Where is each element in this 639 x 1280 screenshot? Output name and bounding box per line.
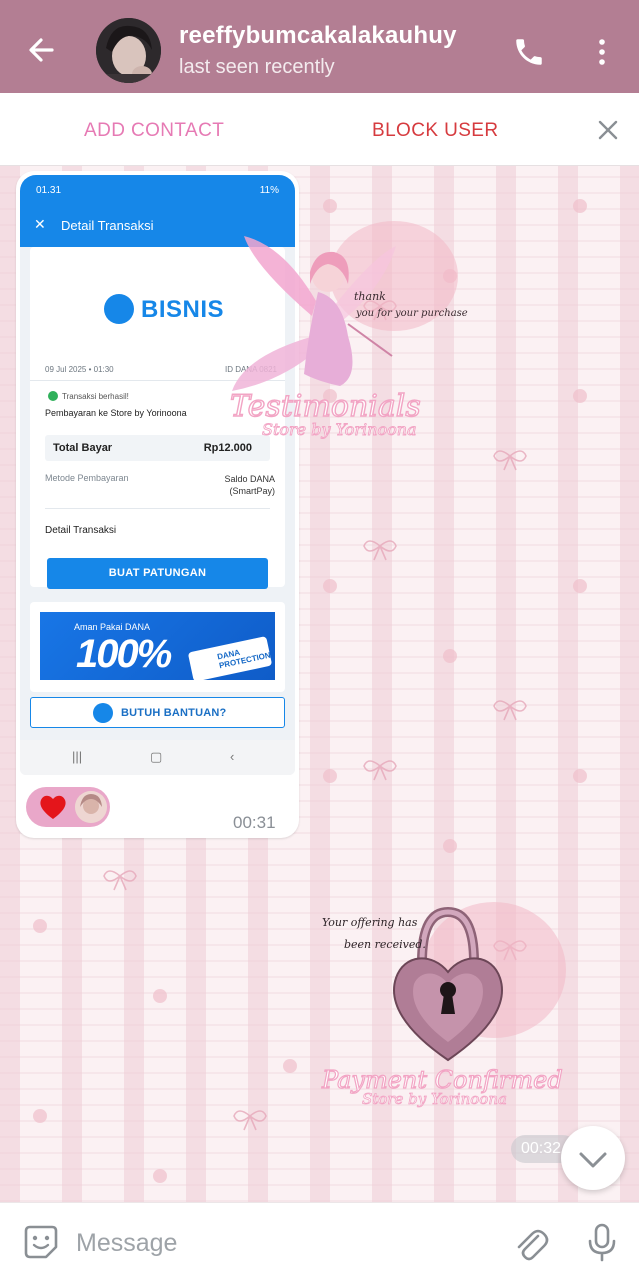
add-contact-button[interactable]: ADD CONTACT	[84, 120, 224, 142]
image-message-time: 00:31	[233, 813, 276, 832]
receipt-divider-2	[45, 508, 270, 509]
heart-reaction-chip[interactable]	[26, 787, 110, 827]
more-vert-icon	[599, 39, 605, 65]
call-button[interactable]	[512, 35, 546, 69]
receipt-top-bar: ✕ Detail Transaksi	[20, 203, 295, 247]
emoji-sticker-button[interactable]	[22, 1223, 60, 1261]
bisnis-wordmark: BISNIS	[141, 296, 225, 323]
phone-icon	[516, 39, 542, 65]
receipt-status-bar: 01.31 11%	[20, 175, 295, 203]
buat-patungan-button: BUAT PATUNGAN	[47, 558, 268, 589]
more-options-button[interactable]	[590, 35, 614, 69]
close-icon	[598, 120, 618, 140]
back-button[interactable]	[22, 30, 62, 70]
sticker-emoji-icon	[24, 1225, 58, 1259]
method-value-line-2: (SmartPay)	[229, 486, 275, 496]
method-value: Saldo DANA (SmartPay)	[224, 473, 275, 497]
method-value-line-1: Saldo DANA	[224, 474, 275, 484]
method-label: Metode Pembayaran	[45, 473, 129, 483]
receipt-total-row: Total Bayar Rp12.000	[45, 435, 270, 461]
support-avatar-icon	[93, 703, 113, 723]
banner-small-text: Aman Pakai DANA	[74, 622, 151, 632]
check-icon	[48, 391, 58, 401]
close-action-bar-button[interactable]	[596, 118, 620, 142]
block-user-button[interactable]: BLOCK USER	[372, 120, 498, 142]
last-seen-status: last seen recently	[179, 56, 335, 78]
banner-background: Aman Pakai DANA 100% DANA PROTECTION	[40, 612, 275, 682]
receipt-date: 09 Jul 2025 • 01:30	[45, 365, 114, 374]
receipt-divider	[30, 380, 285, 381]
total-value: Rp12.000	[203, 442, 252, 454]
receipt-clock: 01.31	[36, 185, 62, 196]
receipt-nav-bar: ||| ▢ ‹	[20, 740, 295, 775]
total-label: Total Bayar	[53, 442, 113, 454]
message-composer	[0, 1202, 639, 1280]
dana-protection-banner: Aman Pakai DANA 100% DANA PROTECTION	[30, 602, 285, 692]
butuh-bantuan-button: BUTUH BANTUAN?	[30, 697, 285, 728]
new-contact-action-bar: ADD CONTACT BLOCK USER	[0, 93, 639, 166]
paperclip-icon	[517, 1229, 549, 1261]
payment-receipt-screenshot[interactable]: 01.31 11% ✕ Detail Transaksi BISNIS 09 J…	[20, 175, 295, 775]
receipt-title: Detail Transaksi	[61, 218, 154, 233]
receipt-card: BISNIS 09 Jul 2025 • 01:30 ID DANA 0821 …	[30, 247, 285, 589]
bisnis-logo: BISNIS	[104, 292, 224, 326]
detail-transaksi-label: Detail Transaksi	[45, 525, 117, 536]
receipt-dana-id: ID DANA 0821	[224, 365, 277, 374]
image-message-bubble[interactable]: 01.31 11% ✕ Detail Transaksi BISNIS 09 J…	[16, 171, 299, 838]
banner-big-text: 100%	[76, 632, 172, 676]
voice-message-button[interactable]	[585, 1222, 619, 1262]
banner-protection-badge: DANA PROTECTION	[187, 636, 273, 682]
receipt-success-text: Transaksi berhasil!	[62, 392, 129, 401]
recents-icon: |||	[72, 749, 83, 764]
butuh-bantuan-label: BUTUH BANTUAN?	[121, 707, 227, 719]
message-input[interactable]	[76, 1221, 496, 1265]
scroll-to-bottom-button[interactable]	[561, 1126, 625, 1190]
chat-header: reeffybumcakalakauhuy last seen recently	[0, 0, 639, 93]
home-icon: ▢	[150, 749, 163, 764]
receipt-close-icon: ✕	[34, 216, 46, 232]
reactor-avatar	[75, 791, 107, 823]
dana-logo-icon	[104, 294, 134, 324]
back-arrow-icon	[29, 38, 54, 62]
attach-button[interactable]	[511, 1222, 549, 1262]
receipt-payee: Pembayaran ke Store by Yorinoona	[45, 408, 187, 418]
chevron-down-icon	[579, 1152, 607, 1168]
microphone-icon	[588, 1223, 616, 1262]
contact-name[interactable]: reeffybumcakalakauhuy	[179, 22, 457, 50]
contact-avatar[interactable]	[96, 18, 161, 83]
heart-icon	[40, 795, 66, 819]
receipt-battery: 11%	[259, 185, 279, 196]
back-icon: ‹	[230, 749, 235, 764]
receipt-success: Transaksi berhasil!	[48, 391, 129, 401]
